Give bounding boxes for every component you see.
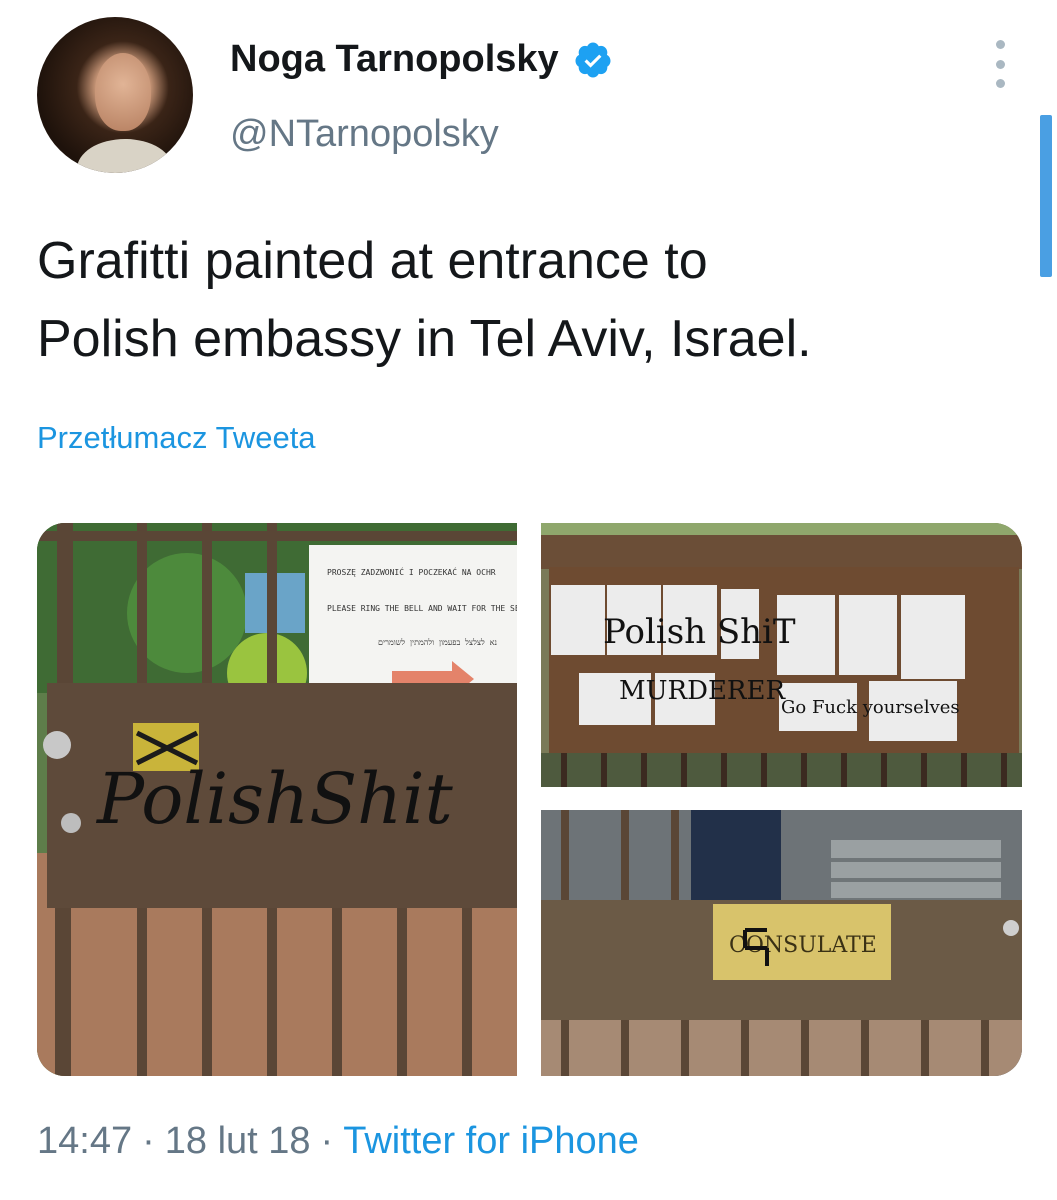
graffiti-polish-shit: PolishShit [95,758,454,840]
tweet-source-link[interactable]: Twitter for iPhone [343,1120,639,1162]
scrollbar-thumb[interactable] [1040,115,1052,277]
sign-text-hebrew: נא לצלצל בפעמון ולהמתין לשומרים [378,638,497,647]
more-dot [995,79,1005,88]
consulate-plaque-text: CONSULATE [729,933,877,958]
author-name-row: Noga Tarnopolsky [230,38,613,81]
author-name[interactable]: Noga Tarnopolsky [230,38,559,81]
tweet-date: 18 lut 18 [164,1120,311,1162]
translate-tweet-link[interactable]: Przetłumacz Tweeta [37,420,316,456]
graffiti-go-fuck: Go Fuck yourselves [781,697,960,718]
avatar-shirt [77,139,173,173]
graffiti-murderer: MURDERER [619,676,786,706]
tweet-text: Grafitti painted at entrance to Polish e… [37,222,1017,378]
more-options-icon[interactable] [985,40,1015,88]
sign-text-polish: PROSZĘ ZADZWONIĆ I POCZEKAĆ NA OCHR [327,566,496,577]
photo-notice-board[interactable]: Polish ShiT MURDERER Go Fuck yourselves [541,523,1022,787]
sign-text-english: PLEASE RING THE BELL AND WAIT FOR THE SE [327,604,517,613]
author-handle[interactable]: @NTarnopolsky [230,113,499,156]
more-dot [995,59,1005,69]
meta-separator: · [142,1120,155,1162]
graffiti-polish-shit-2: Polish ShiT [603,612,796,652]
tweet-text-line: Grafitti painted at entrance to [37,232,708,290]
more-dot [995,40,1005,49]
photo-gate-sign[interactable]: PROSZĘ ZADZWONIĆ I POCZEKAĆ NA OCHR PLEA… [37,523,517,1076]
photo-consulate-plaque[interactable]: CONSULATE [541,810,1022,1076]
verified-badge-icon [575,42,611,77]
author-avatar[interactable] [37,17,193,173]
tweet-time: 14:47 [37,1120,133,1162]
meta-separator: · [320,1120,334,1162]
tweet-meta: 14:47 · 18 lut 18 · Twitter for iPhone [37,1120,639,1163]
avatar-face [95,53,151,131]
media-grid: PROSZĘ ZADZWONIĆ I POCZEKAĆ NA OCHR PLEA… [37,523,1022,1076]
tweet-text-line: Polish embassy in Tel Aviv, Israel. [37,310,812,368]
